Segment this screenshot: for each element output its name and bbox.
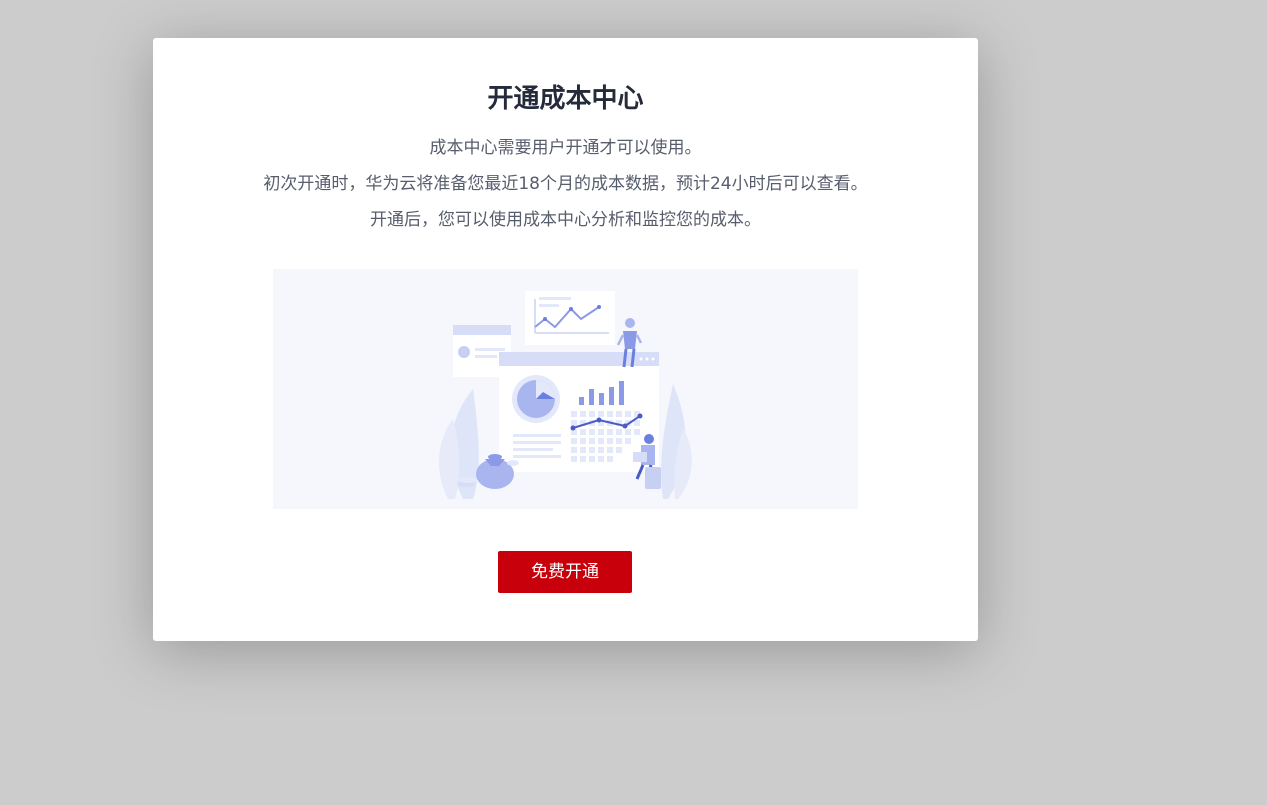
dialog-title: 开通成本中心 [487, 84, 644, 114]
free-activate-button[interactable]: 免费开通 [498, 551, 632, 593]
dialog-description-line-2: 初次开通时，华为云将准备您最近18个月的成本数据，预计24小时后可以查看。 [263, 174, 868, 194]
dialog-description-line-1: 成本中心需要用户开通才可以使用。 [429, 138, 702, 158]
cost-analysis-illustration [273, 269, 858, 509]
cost-analysis-illustration-icon [438, 291, 692, 499]
activate-cost-center-dialog: 开通成本中心 成本中心需要用户开通才可以使用。 初次开通时，华为云将准备您最近1… [153, 38, 978, 641]
dialog-description-line-3: 开通后，您可以使用成本中心分析和监控您的成本。 [370, 210, 761, 230]
